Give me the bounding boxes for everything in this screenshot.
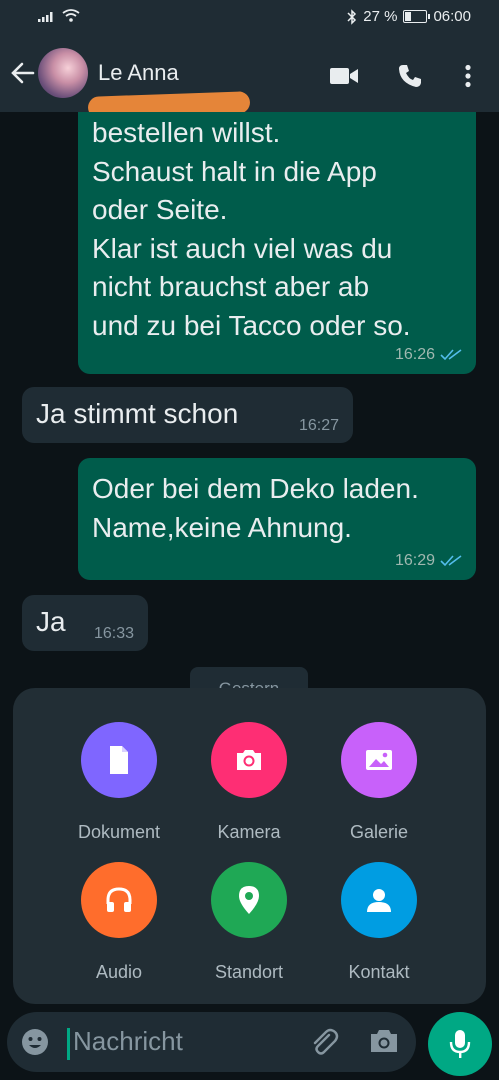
chat-header: Le Anna	[0, 36, 499, 119]
document-icon	[81, 722, 157, 798]
attachment-sheet: Dokument Kamera Galerie Audio Standort K…	[13, 688, 486, 1004]
attach-camera-button[interactable]: Kamera	[184, 722, 314, 843]
clock: 06:00	[433, 8, 471, 25]
attach-label: Standort	[214, 962, 284, 982]
message-input[interactable]: Nachricht	[73, 1026, 183, 1057]
camera-icon[interactable]	[369, 1028, 399, 1054]
location-icon	[211, 862, 287, 938]
voice-record-button[interactable]	[428, 1012, 492, 1076]
attach-audio-button[interactable]: Audio	[54, 862, 184, 983]
signal-icon	[38, 12, 53, 22]
message-time: 16:33	[93, 625, 134, 642]
paperclip-icon[interactable]	[309, 1027, 339, 1057]
message-time: 16:29	[394, 552, 435, 569]
attach-label: Kontakt	[348, 962, 410, 982]
attach-label: Audio	[95, 962, 143, 982]
contact-name[interactable]: Le Anna	[98, 60, 179, 86]
text-cursor	[67, 1028, 70, 1060]
message-bubble-incoming[interactable]: Ja stimmt schon 16:27	[22, 387, 353, 443]
message-time: 16:26	[394, 346, 435, 363]
attach-label: Dokument	[77, 822, 161, 842]
gallery-icon	[341, 722, 417, 798]
message-meta: 16:26	[395, 346, 462, 364]
phone-icon	[399, 65, 421, 87]
voice-call-button[interactable]	[394, 60, 426, 92]
contact-icon	[341, 862, 417, 938]
attach-document-button[interactable]: Dokument	[54, 722, 184, 843]
bluetooth-icon	[347, 8, 357, 25]
attach-gallery-button[interactable]: Galerie	[314, 722, 444, 843]
attach-label: Kamera	[217, 822, 281, 842]
message-bubble-incoming[interactable]: Ja 16:33	[22, 595, 148, 651]
battery-icon	[403, 10, 431, 23]
attach-label: Galerie	[349, 822, 409, 842]
message-meta: 16:29	[395, 552, 462, 570]
battery-fill	[405, 12, 412, 21]
emoji-icon[interactable]	[21, 1028, 49, 1056]
status-left	[38, 9, 80, 23]
message-composer: Nachricht	[7, 1012, 416, 1072]
double-check-icon	[440, 349, 462, 361]
attach-contact-button[interactable]: Kontakt	[314, 862, 444, 983]
more-vertical-icon	[465, 64, 471, 88]
message-text: bestellen willst. Schaust halt in die Ap…	[92, 117, 411, 341]
wifi-icon	[62, 9, 80, 22]
avatar[interactable]	[38, 48, 88, 98]
battery-percent: 27 %	[363, 8, 398, 25]
back-button[interactable]	[8, 58, 38, 88]
microphone-icon	[449, 1030, 471, 1058]
attach-location-button[interactable]: Standort	[184, 862, 314, 983]
message-meta: 16:27	[299, 417, 339, 435]
video-call-button[interactable]	[328, 60, 360, 92]
double-check-icon	[440, 555, 462, 567]
message-bubble-outgoing[interactable]: Oder bei dem Deko laden. Name,keine Ahnu…	[78, 458, 476, 580]
status-right: 27 % 06:00	[347, 8, 471, 25]
message-bubble-outgoing[interactable]: bestellen willst. Schaust halt in die Ap…	[78, 112, 476, 374]
status-bar: 27 % 06:00	[0, 0, 499, 36]
message-text: Oder bei dem Deko laden. Name,keine Ahnu…	[92, 473, 419, 543]
message-text: Ja	[36, 606, 66, 637]
message-text: Ja stimmt schon	[36, 398, 239, 429]
message-meta: 16:33	[94, 625, 134, 643]
menu-button[interactable]	[452, 60, 484, 92]
message-time: 16:27	[298, 417, 339, 434]
video-camera-icon	[330, 68, 358, 84]
headphones-icon	[81, 862, 157, 938]
arrow-left-icon	[11, 62, 35, 84]
camera-icon	[211, 722, 287, 798]
